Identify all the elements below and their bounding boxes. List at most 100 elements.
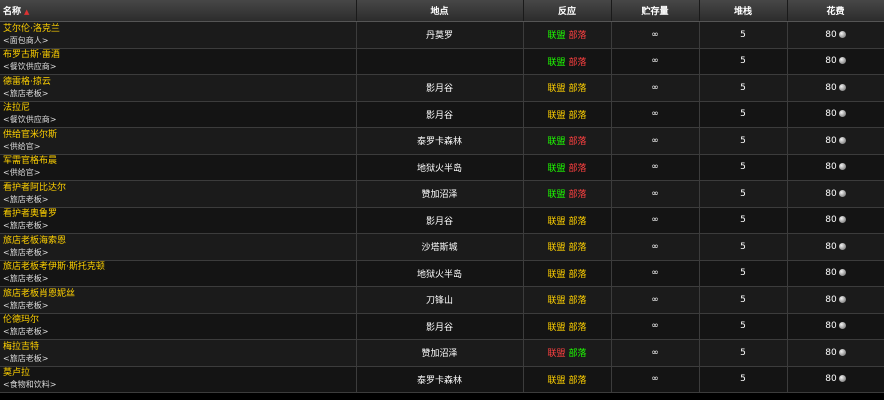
table-row: 法拉尼 <餐饮供应商> 影月谷 联盟 部落 ∞ 5 80 [0, 101, 884, 128]
stack-cell: 5 [699, 207, 788, 234]
location-cell: 地狱火半岛 [356, 260, 524, 287]
cost-value: 80 [825, 215, 837, 226]
npc-title: <餐饮供应商> [3, 115, 57, 125]
npc-name-link[interactable]: 看护者奥鲁罗 [3, 209, 353, 220]
location-link[interactable]: 地狱火半岛 [417, 270, 462, 280]
stock-cell: ∞ [611, 207, 700, 234]
column-header-stock[interactable]: 贮存量 [611, 0, 700, 22]
npc-title: <旅店老板> [3, 327, 49, 337]
react-horde: 部落 [568, 110, 587, 121]
name-cell: 旅店老板海索恩 <旅店老板> [0, 233, 357, 261]
npc-title: <餐饮供应商> [3, 62, 57, 72]
stack-cell: 5 [699, 313, 788, 340]
npc-name-link[interactable]: 法拉尼 [3, 103, 353, 114]
npc-name-link[interactable]: 看护者阿比达尔 [3, 183, 353, 194]
column-header-name-label: 名称 [3, 7, 22, 17]
react-cell: 联盟 部落 [523, 180, 612, 208]
react-cell: 联盟 部落 [523, 154, 612, 181]
npc-title: <旅店老板> [3, 274, 49, 284]
npc-name-link[interactable]: 艾尔伦·洛克兰 [3, 24, 353, 35]
location-link[interactable]: 赞加沼泽 [421, 190, 457, 200]
column-header-stack[interactable]: 堆栈 [699, 0, 788, 22]
table-header-row: 名称 ▲ 地点 反应 贮存量 堆栈 花费 [0, 0, 884, 22]
cost-cell: 80 [787, 366, 884, 393]
react-alliance: 联盟 [547, 296, 566, 307]
silver-coin-icon [838, 83, 846, 91]
cost-cell: 80 [787, 21, 884, 49]
npc-name-link[interactable]: 莫卢拉 [3, 368, 353, 379]
column-header-name[interactable]: 名称 ▲ [0, 0, 357, 22]
location-cell: 影月谷 [356, 74, 524, 102]
location-link[interactable]: 赞加沼泽 [421, 349, 457, 359]
react-horde: 部落 [568, 137, 587, 148]
react-horde: 部落 [568, 375, 587, 386]
react-horde: 部落 [568, 57, 587, 68]
react-alliance: 联盟 [547, 322, 566, 333]
stack-cell: 5 [699, 233, 788, 261]
npc-name-link[interactable]: 梅拉吉特 [3, 342, 353, 353]
location-link[interactable]: 刀锋山 [426, 296, 453, 306]
location-link[interactable]: 丹莫罗 [426, 31, 453, 41]
cost-value: 80 [825, 29, 837, 40]
location-link[interactable]: 影月谷 [426, 111, 453, 121]
name-cell: 旅店老板肖恩妮丝 <旅店老板> [0, 286, 357, 314]
location-cell: 影月谷 [356, 207, 524, 234]
react-horde: 部落 [568, 296, 587, 307]
npc-name-link[interactable]: 旅店老板肖恩妮丝 [3, 289, 353, 300]
react-cell: 联盟 部落 [523, 233, 612, 261]
location-link[interactable]: 地狱火半岛 [417, 164, 462, 174]
cost-value: 80 [825, 347, 837, 358]
location-cell: 赞加沼泽 [356, 180, 524, 208]
react-alliance: 联盟 [547, 57, 566, 68]
location-cell: 丹莫罗 [356, 21, 524, 49]
location-link[interactable]: 影月谷 [426, 84, 453, 94]
stock-cell: ∞ [611, 313, 700, 340]
npc-title: <供给官> [3, 168, 41, 178]
react-alliance: 联盟 [547, 243, 566, 254]
stock-cell: ∞ [611, 260, 700, 287]
location-cell: 地狱火半岛 [356, 154, 524, 181]
location-cell: 赞加沼泽 [356, 339, 524, 367]
react-cell: 联盟 部落 [523, 74, 612, 102]
location-link[interactable]: 泰罗卡森林 [417, 376, 462, 386]
name-cell: 看护者奥鲁罗 <旅店老板> [0, 207, 357, 234]
cost-cell: 80 [787, 233, 884, 261]
react-horde: 部落 [568, 349, 587, 360]
npc-name-link[interactable]: 德雷格·掠云 [3, 77, 353, 88]
stack-cell: 5 [699, 366, 788, 393]
npc-name-link[interactable]: 旅店老板考伊斯·斯托克顿 [3, 262, 353, 273]
npc-name-link[interactable]: 供给官米尔斯 [3, 130, 353, 141]
silver-coin-icon [838, 242, 846, 250]
column-header-cost[interactable]: 花费 [787, 0, 884, 22]
npc-name-link[interactable]: 布罗古斯·雷酒 [3, 50, 353, 61]
location-link[interactable]: 泰罗卡森林 [417, 137, 462, 147]
location-cell [356, 48, 524, 75]
silver-coin-icon [838, 295, 846, 303]
cost-value: 80 [825, 321, 837, 332]
column-header-location[interactable]: 地点 [356, 0, 524, 22]
cost-cell: 80 [787, 127, 884, 155]
table-row: 看护者阿比达尔 <旅店老板> 赞加沼泽 联盟 部落 ∞ 5 80 [0, 180, 884, 208]
npc-name-link[interactable]: 伦德玛尔 [3, 315, 353, 326]
stack-cell: 5 [699, 48, 788, 75]
react-alliance: 联盟 [547, 375, 566, 386]
table-row: 布罗古斯·雷酒 <餐饮供应商> 联盟 部落 ∞ 5 80 [0, 48, 884, 75]
npc-title: <旅店老板> [3, 88, 49, 98]
location-link[interactable]: 影月谷 [426, 323, 453, 333]
cost-cell: 80 [787, 339, 884, 367]
location-cell: 泰罗卡森林 [356, 127, 524, 155]
react-alliance: 联盟 [547, 216, 566, 227]
npc-name-link[interactable]: 军需官格布晨 [3, 156, 353, 167]
cost-cell: 80 [787, 207, 884, 234]
cost-cell: 80 [787, 101, 884, 128]
location-link[interactable]: 沙塔斯城 [421, 243, 457, 253]
silver-coin-icon [838, 216, 846, 224]
silver-coin-icon [838, 136, 846, 144]
silver-coin-icon [838, 30, 846, 38]
column-header-react[interactable]: 反应 [523, 0, 612, 22]
stock-cell: ∞ [611, 154, 700, 181]
npc-name-link[interactable]: 旅店老板海索恩 [3, 236, 353, 247]
react-horde: 部落 [568, 31, 587, 42]
stock-cell: ∞ [611, 286, 700, 314]
location-link[interactable]: 影月谷 [426, 217, 453, 227]
